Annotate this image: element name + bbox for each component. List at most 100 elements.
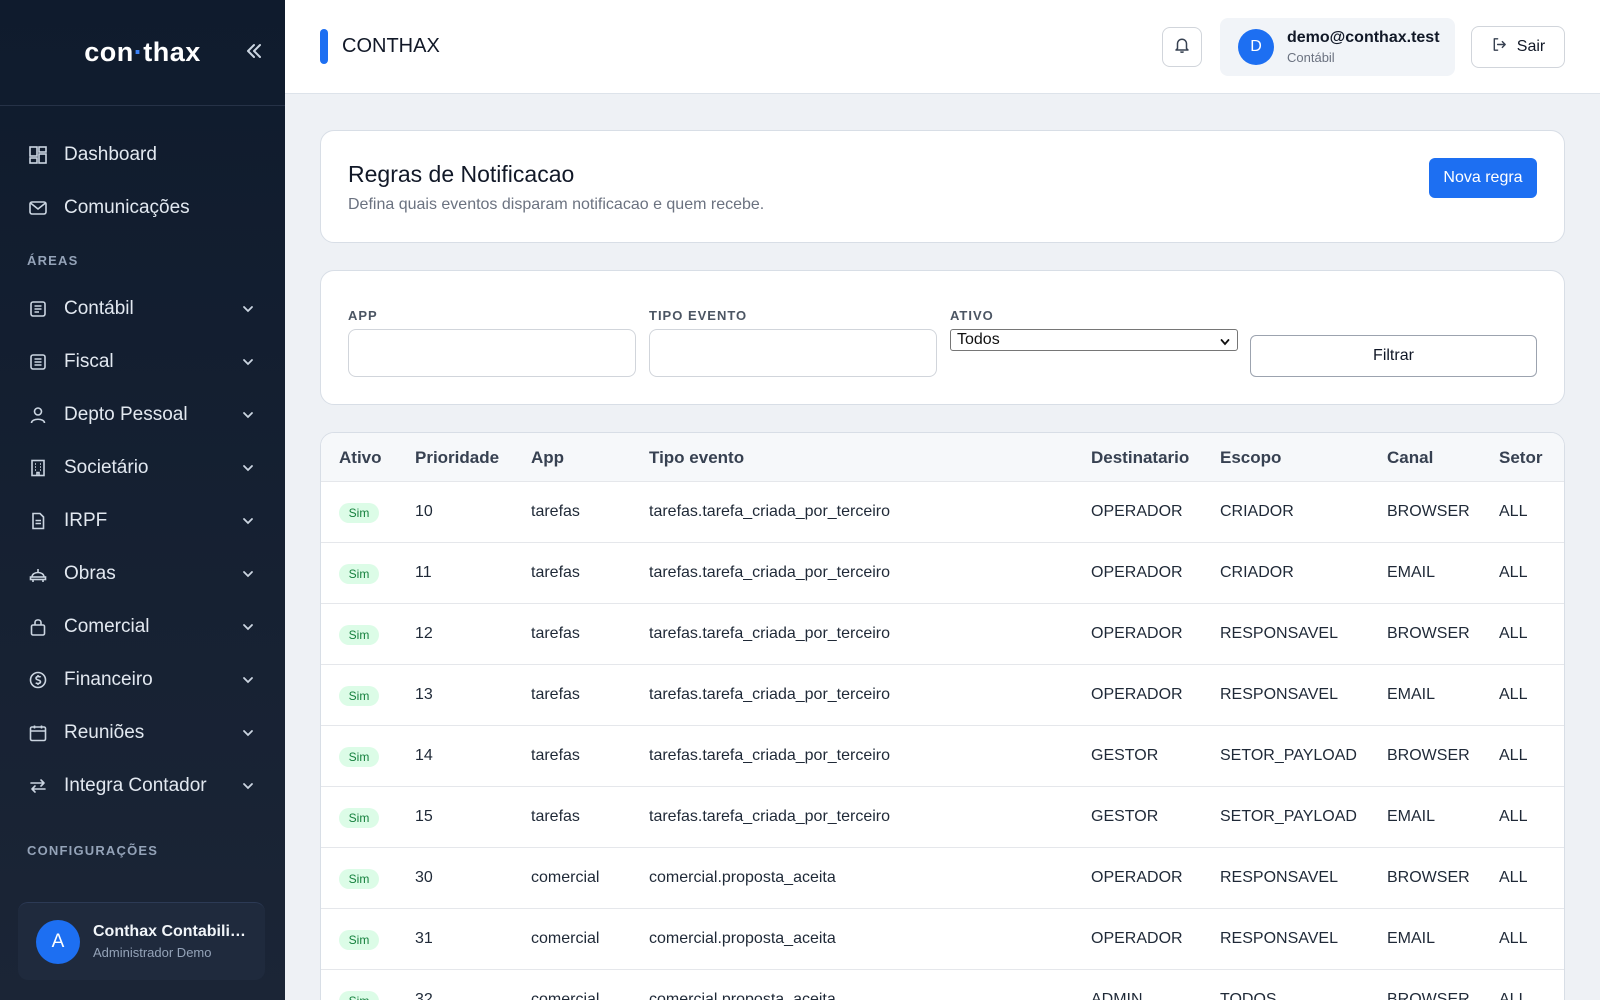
sidebar-item-label: Comercial (64, 615, 150, 637)
cell-tipo-evento: tarefas.tarefa_criada_por_terceiro (649, 747, 891, 764)
table-row[interactable]: Sim 13 tarefas tarefas.tarefa_criada_por_te… (321, 665, 1564, 726)
avatar: D (1238, 29, 1274, 65)
cell-destinatario: OPERADOR (1091, 503, 1183, 520)
cell-app: tarefas (531, 564, 580, 581)
cell-escopo: SETOR_PAYLOAD (1220, 747, 1357, 764)
status-badge: Sim (339, 869, 379, 889)
sidebar-item-label: Integra Contador (64, 774, 207, 796)
sidebar-item-irpf[interactable]: IRPF (0, 494, 285, 547)
sidebar-item-integra-contador[interactable]: Integra Contador (0, 759, 285, 812)
cell-escopo: CRIADOR (1220, 564, 1294, 581)
account-role: Contábil (1287, 50, 1335, 65)
table-row[interactable]: Sim 32 comercial comercial.proposta_aceita A… (321, 970, 1564, 1000)
cell-app: comercial (531, 930, 600, 947)
cell-escopo: RESPONSAVEL (1220, 869, 1338, 886)
chevron-down-icon (241, 355, 255, 369)
table-row[interactable]: Sim 31 comercial comercial.proposta_aceita O… (321, 909, 1564, 970)
column-header-ativo[interactable]: Ativo (339, 448, 382, 468)
building-icon (28, 458, 48, 478)
sidebar-item-label: IRPF (64, 509, 108, 531)
column-header-setor[interactable]: Setor (1499, 448, 1542, 468)
cell-destinatario: OPERADOR (1091, 930, 1183, 947)
title-accent-bar (320, 29, 328, 64)
sidebar-item-societario[interactable]: Societário (0, 441, 285, 494)
user-role: Administrador Demo (93, 945, 212, 960)
sidebar-item-obras[interactable]: Obras (0, 547, 285, 600)
app-filter-input[interactable] (348, 329, 636, 377)
cell-canal: BROWSER (1387, 747, 1470, 764)
sidebar-item-label: Dashboard (64, 143, 157, 165)
collapse-sidebar-icon[interactable] (243, 40, 265, 62)
cell-canal: EMAIL (1387, 686, 1436, 703)
account-menu[interactable]: D demo@conthax.test Contábil (1220, 18, 1455, 76)
sidebar-item-comunicacoes[interactable]: Comunicações (0, 181, 285, 234)
cell-setor: ALL (1499, 991, 1528, 1000)
mail-icon (28, 198, 48, 218)
cell-tipo-evento: comercial.proposta_aceita (649, 930, 836, 947)
status-badge: Sim (339, 503, 379, 523)
cell-setor: ALL (1499, 625, 1528, 642)
table-header: Ativo Prioridade App Tipo evento Destina… (321, 433, 1564, 482)
calendar-icon (28, 723, 48, 743)
section-heading: Regras de Notificacao (348, 161, 575, 187)
chevron-down-icon (241, 567, 255, 581)
sidebar-item-dashboard[interactable]: Dashboard (0, 128, 285, 181)
logout-button[interactable]: Sair (1471, 26, 1565, 68)
column-header-prioridade[interactable]: Prioridade (415, 448, 499, 468)
cell-destinatario: OPERADOR (1091, 625, 1183, 642)
status-badge: Sim (339, 991, 379, 1000)
filter-button[interactable]: Filtrar (1250, 335, 1537, 377)
column-header-escopo[interactable]: Escopo (1220, 448, 1281, 468)
table-row[interactable]: Sim 14 tarefas tarefas.tarefa_criada_por_te… (321, 726, 1564, 787)
cell-canal: BROWSER (1387, 991, 1470, 1000)
sidebar-nav: Dashboard Comunicações ÁREAS Contábil Fi… (0, 106, 285, 870)
ativo-filter-value: Todos (957, 331, 1000, 348)
new-rule-button[interactable]: Nova regra (1429, 158, 1537, 198)
cell-app: tarefas (531, 625, 580, 642)
sidebar-user-card[interactable]: A Conthax Contabilidade Administrador De… (18, 902, 265, 980)
column-header-canal[interactable]: Canal (1387, 448, 1433, 468)
sidebar-item-label: Contábil (64, 297, 134, 319)
dollar-circle-icon (28, 670, 48, 690)
column-header-tipo-evento[interactable]: Tipo evento (649, 448, 744, 468)
sidebar-item-reunioes[interactable]: Reuniões (0, 706, 285, 759)
table-row[interactable]: Sim 11 tarefas tarefas.tarefa_criada_por_te… (321, 543, 1564, 604)
cell-destinatario: GESTOR (1091, 747, 1159, 764)
sidebar-item-comercial[interactable]: Comercial (0, 600, 285, 653)
ativo-filter-label: ATIVO (950, 308, 994, 323)
cell-tipo-evento: tarefas.tarefa_criada_por_terceiro (649, 625, 891, 642)
cell-setor: ALL (1499, 930, 1528, 947)
brand-logo[interactable]: con·thax (84, 37, 201, 68)
section-title-areas: ÁREAS (27, 252, 79, 268)
cell-app: tarefas (531, 808, 580, 825)
table-row[interactable]: Sim 15 tarefas tarefas.tarefa_criada_por_te… (321, 787, 1564, 848)
shopping-bag-icon (28, 617, 48, 637)
dashboard-icon (28, 145, 48, 165)
avatar: A (36, 919, 80, 964)
cell-escopo: RESPONSAVEL (1220, 686, 1338, 703)
sidebar-item-financeiro[interactable]: Financeiro (0, 653, 285, 706)
sidebar-item-fiscal[interactable]: Fiscal (0, 335, 285, 388)
cell-setor: ALL (1499, 869, 1528, 886)
table-row[interactable]: Sim 10 tarefas tarefas.tarefa_criada_por_te… (321, 482, 1564, 543)
topbar: CONTHAX D demo@conthax.test Contábil Sai… (285, 0, 1600, 94)
bell-icon (1173, 36, 1191, 59)
table-row[interactable]: Sim 12 tarefas tarefas.tarefa_criada_por_te… (321, 604, 1564, 665)
receipt-icon (28, 352, 48, 372)
cell-escopo: SETOR_PAYLOAD (1220, 808, 1357, 825)
column-header-app[interactable]: App (531, 448, 564, 468)
cell-canal: BROWSER (1387, 625, 1470, 642)
status-badge: Sim (339, 686, 379, 706)
table-row[interactable]: Sim 30 comercial comercial.proposta_aceita O… (321, 848, 1564, 909)
status-badge: Sim (339, 625, 379, 645)
person-icon (28, 405, 48, 425)
ativo-filter-select[interactable]: Todos (950, 329, 1238, 351)
column-header-destinatario[interactable]: Destinatario (1091, 448, 1189, 468)
notifications-button[interactable] (1162, 27, 1202, 67)
cell-tipo-evento: comercial.proposta_aceita (649, 869, 836, 886)
cell-canal: EMAIL (1387, 564, 1436, 581)
sidebar-item-depto-pessoal[interactable]: Depto Pessoal (0, 388, 285, 441)
tipo-evento-filter-input[interactable] (649, 329, 937, 377)
sidebar-item-contabil[interactable]: Contábil (0, 282, 285, 335)
cell-destinatario: ADMIN (1091, 991, 1143, 1000)
